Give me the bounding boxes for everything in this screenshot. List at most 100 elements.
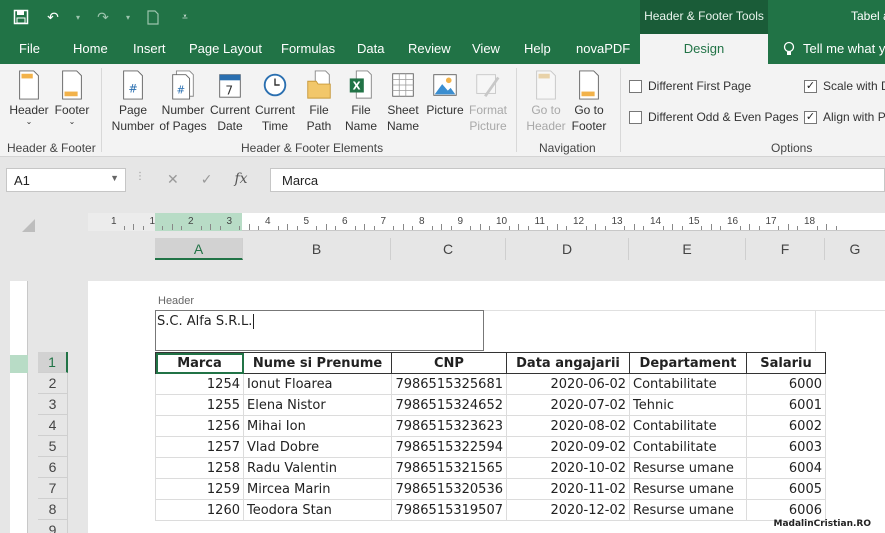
tab-formulas[interactable]: Formulas (281, 41, 335, 56)
cell[interactable]: 2020-10-02 (506, 457, 630, 479)
header-button[interactable]: Header ⌄ (8, 70, 50, 126)
row-header-7[interactable]: 7 (38, 478, 68, 499)
cell[interactable]: 6005 (746, 478, 826, 500)
column-header-g[interactable]: G (825, 238, 885, 260)
cell[interactable]: Radu Valentin (243, 457, 392, 479)
row-header-5[interactable]: 5 (38, 436, 68, 457)
cell[interactable]: 2020-08-02 (506, 415, 630, 437)
cell[interactable]: 7986515324652 (391, 394, 507, 416)
tab-insert[interactable]: Insert (133, 41, 166, 56)
picture-button[interactable]: Picture (424, 70, 466, 118)
chevron-down-icon[interactable]: ▾ (74, 6, 82, 28)
row-header-2[interactable]: 2 (38, 373, 68, 394)
cell[interactable]: 2020-06-02 (506, 373, 630, 395)
cell[interactable]: 1255 (155, 394, 244, 416)
current-time-button[interactable]: Current Time (252, 70, 298, 134)
cell[interactable]: 2020-12-02 (506, 499, 630, 521)
cell-f1[interactable]: Salariu (746, 352, 826, 374)
go-to-footer-button[interactable]: Go to Footer (568, 70, 610, 134)
cell[interactable]: Mircea Marin (243, 478, 392, 500)
save-icon[interactable] (10, 6, 32, 28)
cell-b1[interactable]: Nume si Prenume (243, 352, 392, 374)
row-header-8[interactable]: 8 (38, 499, 68, 520)
customize-qat-icon[interactable]: ⩡ (174, 6, 196, 28)
cell[interactable]: Resurse umane (629, 478, 747, 500)
row-header-1[interactable]: 1 (38, 352, 68, 373)
file-name-button[interactable]: X File Name (342, 70, 380, 134)
chevron-down-icon[interactable]: ▼ (110, 173, 119, 183)
cell[interactable]: 2020-07-02 (506, 394, 630, 416)
cell[interactable]: Elena Nistor (243, 394, 392, 416)
cell-e1[interactable]: Departament (629, 352, 747, 374)
cell[interactable]: 7986515325681 (391, 373, 507, 395)
scale-with-document-checkbox[interactable]: ✓ Scale with D (804, 79, 885, 93)
cell-a1[interactable]: Marca (155, 352, 244, 374)
page-number-button[interactable]: # Page Number (110, 70, 156, 134)
chevron-down-icon[interactable]: ▾ (124, 6, 132, 28)
row-header-9[interactable]: 9 (38, 520, 68, 533)
tab-page-layout[interactable]: Page Layout (189, 41, 262, 56)
name-box[interactable]: A1 ▼ (6, 168, 126, 192)
cell[interactable]: 1254 (155, 373, 244, 395)
header-right-section[interactable] (816, 310, 885, 351)
column-header-c[interactable]: C (391, 238, 506, 260)
current-date-button[interactable]: 7 Current Date (208, 70, 252, 134)
cell-d1[interactable]: Data angajarii (506, 352, 630, 374)
column-header-e[interactable]: E (629, 238, 746, 260)
new-doc-icon[interactable] (142, 6, 164, 28)
select-all-corner[interactable] (22, 219, 35, 232)
tab-design[interactable]: Design (640, 34, 768, 64)
cell[interactable]: 7986515323623 (391, 415, 507, 437)
cell[interactable]: 6000 (746, 373, 826, 395)
cell-c1[interactable]: CNP (391, 352, 507, 374)
go-to-header-button[interactable]: Go to Header (524, 70, 568, 134)
cell[interactable]: 6003 (746, 436, 826, 458)
cell[interactable]: 6006 (746, 499, 826, 521)
cell[interactable]: 1259 (155, 478, 244, 500)
cell[interactable]: 1256 (155, 415, 244, 437)
cell[interactable]: Mihai Ion (243, 415, 392, 437)
number-of-pages-button[interactable]: # Number of Pages (158, 70, 208, 134)
different-first-page-checkbox[interactable]: Different First Page (629, 79, 751, 93)
footer-button[interactable]: Footer ⌄ (52, 70, 92, 126)
sheet-name-button[interactable]: Sheet Name (384, 70, 422, 134)
tab-file[interactable]: File (19, 41, 40, 56)
cell[interactable]: 1260 (155, 499, 244, 521)
column-header-d[interactable]: D (506, 238, 629, 260)
row-header-3[interactable]: 3 (38, 394, 68, 415)
cell[interactable]: Contabilitate (629, 373, 747, 395)
column-header-b[interactable]: B (243, 238, 391, 260)
formula-input[interactable]: Marca (270, 168, 885, 192)
align-with-margins-checkbox[interactable]: ✓ Align with P (804, 110, 885, 124)
cell[interactable]: 7986515320536 (391, 478, 507, 500)
cell[interactable]: 7986515319507 (391, 499, 507, 521)
column-header-a[interactable]: A (155, 238, 243, 260)
cancel-icon[interactable]: ✕ (167, 171, 179, 188)
cell[interactable]: Vlad Dobre (243, 436, 392, 458)
row-header-6[interactable]: 6 (38, 457, 68, 478)
tab-novapdf[interactable]: novaPDF (576, 41, 630, 56)
cell[interactable]: Contabilitate (629, 415, 747, 437)
header-left-section[interactable]: S.C. Alfa S.R.L. (155, 310, 484, 351)
enter-icon[interactable]: ✓ (201, 171, 213, 188)
tab-data[interactable]: Data (357, 41, 384, 56)
tell-me-box[interactable]: Tell me what y (783, 41, 885, 60)
cell[interactable]: 1258 (155, 457, 244, 479)
cell[interactable]: 2020-11-02 (506, 478, 630, 500)
redo-icon[interactable]: ↷ (92, 6, 114, 28)
row-header-4[interactable]: 4 (38, 415, 68, 436)
cell[interactable]: Tehnic (629, 394, 747, 416)
file-path-button[interactable]: File Path (300, 70, 338, 134)
cell[interactable]: Resurse umane (629, 457, 747, 479)
cell[interactable]: Contabilitate (629, 436, 747, 458)
tab-view[interactable]: View (472, 41, 500, 56)
tab-help[interactable]: Help (524, 41, 551, 56)
cell[interactable]: 7986515322594 (391, 436, 507, 458)
cell[interactable]: Teodora Stan (243, 499, 392, 521)
tab-home[interactable]: Home (73, 41, 108, 56)
cell[interactable]: Ionut Floarea (243, 373, 392, 395)
cell[interactable]: Resurse umane (629, 499, 747, 521)
cell[interactable]: 6001 (746, 394, 826, 416)
cell[interactable]: 7986515321565 (391, 457, 507, 479)
format-picture-button[interactable]: Format Picture (466, 70, 510, 134)
